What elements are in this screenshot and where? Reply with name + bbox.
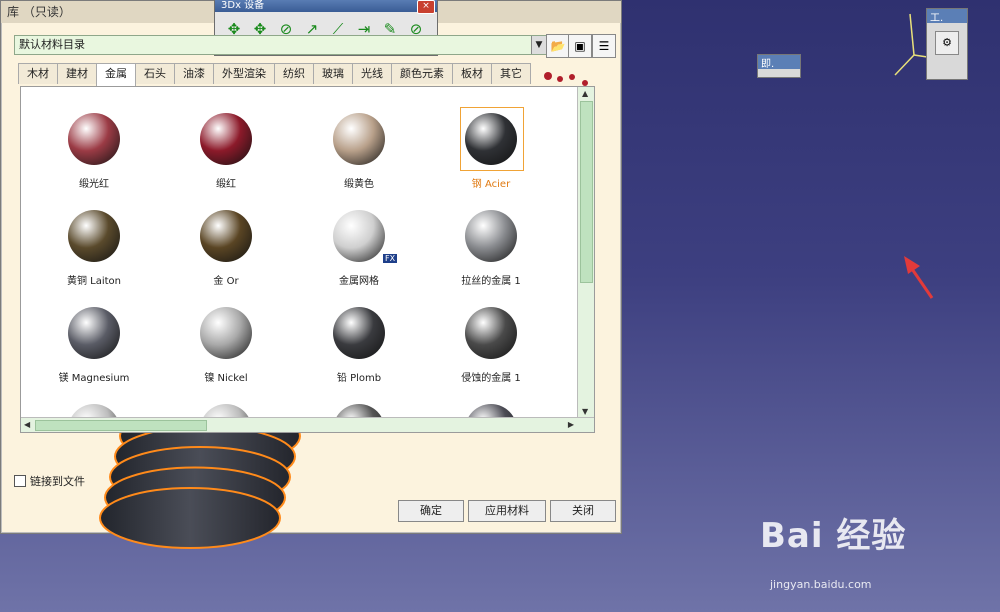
watermark-url: jingyan.baidu.com: [770, 578, 872, 591]
watermark: Bai 经验: [760, 516, 907, 556]
